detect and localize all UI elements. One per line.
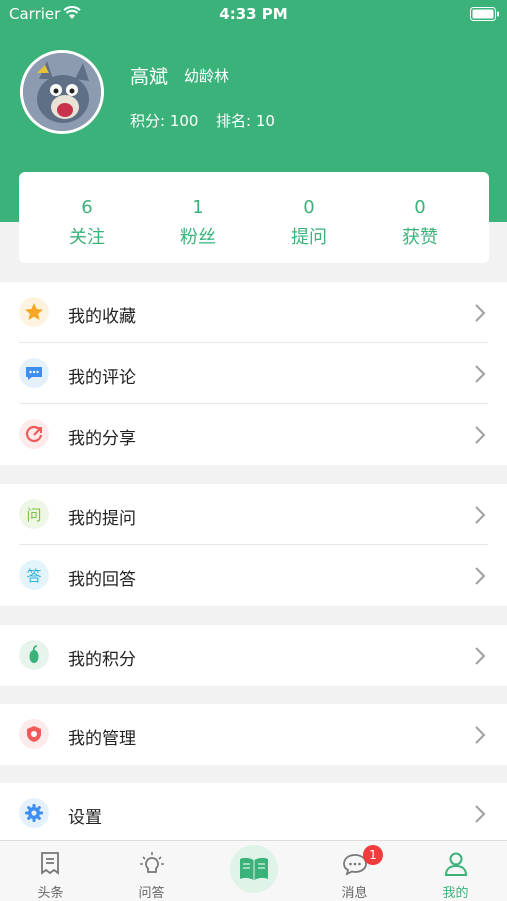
share-icon xyxy=(19,419,49,449)
messages-badge: 1 xyxy=(363,845,383,865)
status-bar: Carrier 4:33 PM xyxy=(0,0,507,28)
shield-icon xyxy=(19,719,49,749)
menu-group-points: 我的积分 xyxy=(0,625,507,686)
menu-label-comments: 我的评论 xyxy=(68,368,136,388)
points-icon xyxy=(19,640,49,670)
avatar[interactable] xyxy=(20,50,104,134)
user-age-group: 幼龄林 xyxy=(184,67,230,85)
user-score: 积分: 100 xyxy=(130,112,199,130)
menu-group-content: 我的收藏 我的评论 我的分享 xyxy=(0,282,507,465)
stats-card: 6 关注 1 粉丝 0 提问 0 获赞 xyxy=(19,172,489,263)
menu-label-settings: 设置 xyxy=(68,808,102,828)
menu-group-settings: 设置 xyxy=(0,783,507,844)
center-book-button[interactable] xyxy=(230,845,278,893)
menu-item-points[interactable]: 我的积分 xyxy=(0,625,507,686)
menu-item-comments[interactable]: 我的评论 xyxy=(0,343,507,404)
menu-label-answers: 我的回答 xyxy=(68,570,136,590)
comment-icon xyxy=(19,358,49,388)
chevron-right-icon xyxy=(475,365,486,383)
menu-label-favorites: 我的收藏 xyxy=(68,307,136,327)
book-icon xyxy=(240,857,268,880)
menu-label-manage: 我的管理 xyxy=(68,729,136,749)
menu-item-answers[interactable]: 答 我的回答 xyxy=(0,545,507,606)
clock: 4:33 PM xyxy=(219,5,288,23)
tab-label-messages: 消息 xyxy=(341,886,368,901)
stat-likes-label: 获赞 xyxy=(402,227,438,248)
stat-questions[interactable]: 0 提问 xyxy=(254,197,364,249)
stat-followers[interactable]: 1 粉丝 xyxy=(143,197,253,249)
lightbulb-icon xyxy=(140,852,164,873)
svg-text:问: 问 xyxy=(26,506,41,524)
chevron-right-icon xyxy=(475,506,486,524)
star-icon xyxy=(19,297,49,327)
user-name: 高斌 xyxy=(130,66,169,88)
gear-icon xyxy=(19,798,49,828)
chevron-right-icon xyxy=(475,726,486,744)
tab-label-qa: 问答 xyxy=(138,886,165,901)
news-icon xyxy=(41,852,59,875)
stat-followers-count: 1 xyxy=(192,197,204,218)
stat-questions-label: 提问 xyxy=(291,227,327,248)
menu-group-manage: 我的管理 xyxy=(0,704,507,765)
user-icon xyxy=(444,852,468,876)
tab-label-headlines: 头条 xyxy=(37,886,64,901)
tab-label-mine: 我的 xyxy=(442,886,469,901)
stat-following-count: 6 xyxy=(81,197,93,218)
tab-qa[interactable]: 问答 xyxy=(101,841,202,901)
stat-followers-label: 粉丝 xyxy=(180,227,216,248)
menu-group-qa: 问 我的提问 答 我的回答 xyxy=(0,484,507,606)
menu-item-settings[interactable]: 设置 xyxy=(0,783,507,844)
menu-label-shares: 我的分享 xyxy=(68,429,136,449)
chevron-right-icon xyxy=(475,647,486,665)
menu-label-points: 我的积分 xyxy=(68,650,136,670)
menu-item-favorites[interactable]: 我的收藏 xyxy=(0,282,507,343)
chevron-right-icon xyxy=(475,805,486,823)
stat-following[interactable]: 6 关注 xyxy=(32,197,142,249)
menu-label-questions: 我的提问 xyxy=(68,509,136,529)
user-rank: 排名: 10 xyxy=(216,112,275,130)
cat-avatar-icon xyxy=(23,53,101,131)
menu-item-manage[interactable]: 我的管理 xyxy=(0,704,507,765)
tab-mine[interactable]: 我的 xyxy=(405,841,506,901)
menu-item-shares[interactable]: 我的分享 xyxy=(0,404,507,465)
stat-likes-count: 0 xyxy=(414,197,426,218)
chevron-right-icon xyxy=(475,304,486,322)
answer-icon: 答 xyxy=(19,560,49,590)
stat-following-label: 关注 xyxy=(69,227,105,248)
stat-likes[interactable]: 0 获赞 xyxy=(365,197,475,249)
menu-item-questions[interactable]: 问 我的提问 xyxy=(0,484,507,545)
battery-icon xyxy=(470,7,499,21)
question-icon: 问 xyxy=(19,499,49,529)
chevron-right-icon xyxy=(475,567,486,585)
stat-questions-count: 0 xyxy=(303,197,315,218)
tab-headlines[interactable]: 头条 xyxy=(0,841,101,901)
svg-text:答: 答 xyxy=(26,567,41,585)
chevron-right-icon xyxy=(475,426,486,444)
tab-messages[interactable]: 消息 xyxy=(304,841,405,901)
